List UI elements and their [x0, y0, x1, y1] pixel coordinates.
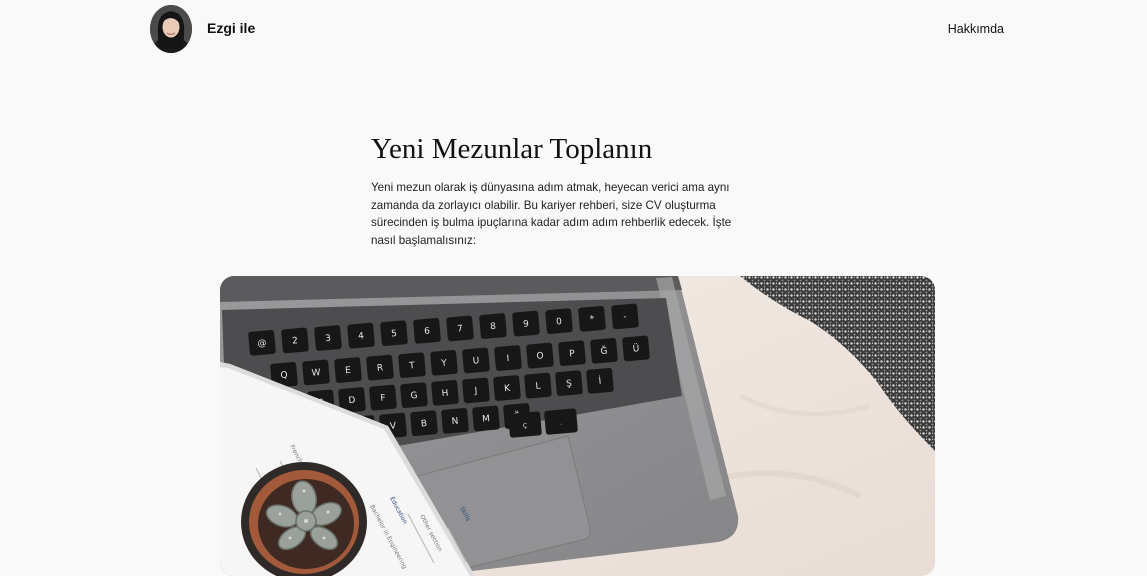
laptop-resume-photo: @234567890*-QWERTYUIOPĞÜASDFGHJKLŞİZXCVB…	[220, 276, 935, 576]
keyboard-key-label: 9	[523, 319, 530, 329]
keyboard-key-label: Ü	[632, 343, 640, 355]
site-header: Ezgi ile Hakkımda	[0, 0, 1147, 60]
keyboard-key-label: G	[410, 391, 418, 402]
keyboard-key-label: N	[451, 417, 459, 428]
keyboard-key-label: 8	[490, 322, 497, 332]
keyboard-key-label: 2	[292, 336, 299, 346]
keyboard-key-label: H	[441, 389, 449, 400]
page-title: Yeni Mezunlar Toplanın	[371, 133, 653, 165]
nav-link-about[interactable]: Hakkımda	[948, 22, 1004, 36]
keyboard-key-label: F	[380, 393, 386, 403]
keyboard-key-label: @	[257, 338, 267, 349]
keyboard-key-label: W	[311, 368, 321, 379]
keyboard-key-label: O	[536, 351, 544, 362]
post-intro: Yeni mezun olarak iş dünyasına adım atma…	[371, 181, 732, 248]
keyboard-key-label: 5	[391, 329, 398, 339]
keyboard-key-label: Ş	[566, 379, 573, 389]
keyboard-key-label: 6	[424, 327, 431, 337]
avatar-photo	[150, 5, 192, 53]
keyboard-key-label: 7	[457, 324, 464, 334]
keyboard-key-label: D	[348, 396, 356, 407]
hero-image: @234567890*-QWERTYUIOPĞÜASDFGHJKLŞİZXCVB…	[220, 276, 935, 576]
keyboard-key-label: R	[377, 363, 384, 374]
keyboard-key-label: 3	[325, 334, 332, 344]
keyboard-key-label: 0	[556, 317, 563, 327]
brand-link[interactable]: Ezgi ile	[207, 20, 255, 36]
keyboard-key-label: L	[535, 381, 541, 391]
keyboard-key-label: Q	[280, 371, 288, 382]
keyboard-key-label: 4	[358, 331, 365, 341]
keyboard-key-label: U	[472, 356, 479, 367]
keyboard-key-label: Ç	[523, 422, 528, 429]
keyboard-key-label: M	[482, 414, 491, 425]
keyboard-key-label: B	[421, 419, 428, 430]
avatar[interactable]	[150, 5, 192, 53]
keyboard-key-label: Ğ	[600, 345, 608, 358]
